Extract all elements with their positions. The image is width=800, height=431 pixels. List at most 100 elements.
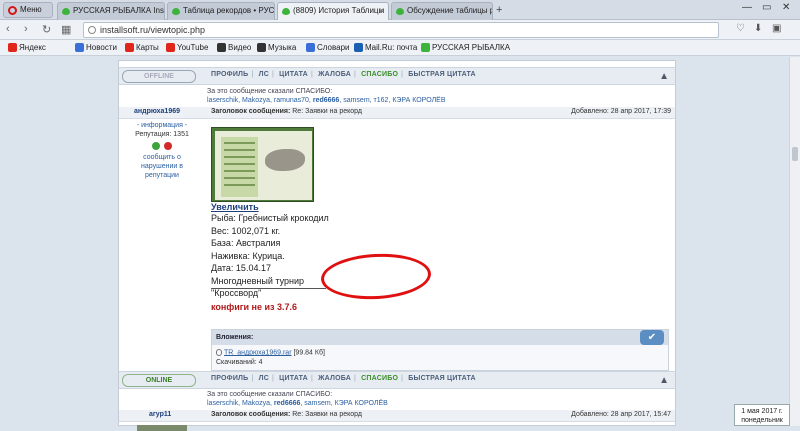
- separator: |: [251, 375, 254, 382]
- system-clock-tooltip: 1 мая 2017 г. понедельник: [734, 404, 790, 426]
- url-text: installsoft.ru/viewtopic.php: [100, 25, 206, 35]
- attachment-size: [99.84 Кб]: [293, 349, 325, 357]
- post-date: Добавлено: 28 апр 2017, 15:47: [571, 411, 671, 418]
- separator: |: [310, 375, 313, 382]
- report-button[interactable]: ЖАЛОБА: [318, 375, 351, 382]
- extensions-icon[interactable]: ▣: [772, 23, 781, 34]
- thanks-names-after[interactable]: , samsem, КЭРА КОРОЛЁВ: [300, 400, 387, 407]
- post-author[interactable]: андрюха1969: [134, 108, 180, 115]
- tab-label: (8809) История Таблицы: [293, 6, 385, 15]
- post-line: Дата: 15.04.17: [211, 263, 271, 273]
- post-line: База: Австралия: [211, 238, 281, 248]
- browser-tab-bar: Меню РУССКАЯ РЫБАЛКА Insta Таблица рекор…: [0, 0, 800, 20]
- clock-day: понедельник: [741, 417, 783, 424]
- forward-icon[interactable]: ›: [24, 23, 28, 35]
- post-header: андрюха1969 Заголовок сообщения: Re: Зая…: [119, 107, 675, 119]
- report-reputation-link[interactable]: сообщить о нарушении в репутации: [119, 153, 205, 180]
- thumbnail-inner: [215, 131, 312, 200]
- attachment-file: TR_андрюха1969.rar [99.84 Кб]: [216, 349, 325, 356]
- quote-button[interactable]: ЦИТАТА: [279, 375, 308, 382]
- bookmark-mailru[interactable]: Mail.Ru: почта: [354, 42, 417, 53]
- butterfly-icon: [172, 8, 180, 15]
- checkmark-icon: ✔: [640, 330, 664, 345]
- tab-label: Таблица рекордов • РУС: [183, 6, 275, 15]
- page-viewport: OFFLINE ПРОФИЛЬ | ЛС | ЦИТАТА | ЖАЛОБА | СПА…: [0, 57, 800, 431]
- video-icon: [217, 43, 226, 52]
- quick-quote-button[interactable]: БЫСТРАЯ ЦИТАТА: [408, 375, 476, 382]
- butterfly-icon: [282, 8, 290, 15]
- crocodile-image: [265, 149, 305, 171]
- butterfly-icon: [396, 8, 404, 15]
- tab-4[interactable]: Обсуждение таблицы ре: [391, 2, 493, 20]
- bookmark-news[interactable]: Новости: [75, 42, 117, 53]
- offline-status: OFFLINE: [122, 70, 196, 83]
- reload-icon[interactable]: ↻: [42, 23, 51, 36]
- quick-quote-button[interactable]: БЫСТРАЯ ЦИТАТА: [408, 71, 476, 78]
- thanks-button[interactable]: СПАСИБО: [361, 71, 398, 78]
- separator: |: [251, 71, 254, 78]
- bookmark-maps[interactable]: Карты: [125, 42, 159, 53]
- record-screenshot-thumbnail[interactable]: [211, 127, 314, 202]
- thanks-button[interactable]: СПАСИБО: [361, 375, 398, 382]
- butterfly-icon: [62, 8, 70, 15]
- bookmark-russian-fishing[interactable]: РУССКАЯ РЫБАЛКА: [421, 42, 510, 53]
- reputation: Репутация: 1351: [135, 131, 189, 138]
- bookmark-yandex[interactable]: Яндекс: [8, 42, 46, 53]
- attachment-link[interactable]: TR_андрюха1969.rar: [224, 349, 292, 356]
- bookmark-music[interactable]: Музыка: [257, 42, 296, 53]
- bookmark-label: Новости: [86, 43, 117, 52]
- thanks-names[interactable]: laserschik, Makozya,: [207, 400, 272, 407]
- thanks-label: За это сообщение сказали СПАСИБО:: [207, 391, 333, 398]
- profile-button[interactable]: ПРОФИЛЬ: [211, 375, 248, 382]
- plus-icon[interactable]: [152, 142, 160, 150]
- separator: |: [310, 71, 313, 78]
- minimize-icon[interactable]: —: [742, 2, 752, 13]
- profile-button[interactable]: ПРОФИЛЬ: [211, 71, 248, 78]
- yandex-icon: [8, 43, 17, 52]
- pm-button[interactable]: ЛС: [259, 375, 269, 382]
- post-author[interactable]: агур11: [149, 411, 171, 418]
- bookmark-label: РУССКАЯ РЫБАЛКА: [432, 43, 511, 52]
- address-toolbar: ‹ › ↻ ▦ installsoft.ru/viewtopic.php ♡ ⬇…: [0, 20, 800, 40]
- music-note-icon: [257, 43, 266, 52]
- enlarge-link[interactable]: Увеличить: [211, 202, 259, 212]
- opera-menu-button[interactable]: Меню: [3, 2, 53, 18]
- bookmark-youtube[interactable]: YouTube: [166, 42, 208, 53]
- close-tab-icon[interactable]: ×: [379, 3, 384, 19]
- download-count: Скачиваний: 4: [216, 359, 263, 366]
- signature-divider: [211, 288, 326, 289]
- quote-button[interactable]: ЦИТАТА: [279, 71, 308, 78]
- tab-1[interactable]: РУССКАЯ РЫБАЛКА Insta: [57, 2, 165, 20]
- page-scrollbar[interactable]: [789, 57, 800, 426]
- url-field[interactable]: installsoft.ru/viewtopic.php: [83, 22, 719, 38]
- pm-button[interactable]: ЛС: [259, 71, 269, 78]
- thanks-bold-name[interactable]: red6666: [313, 97, 339, 104]
- tab-3-active[interactable]: (8809) История Таблицы ×: [277, 2, 389, 20]
- bookmark-dictionaries[interactable]: Словари: [306, 42, 350, 53]
- bookmark-video[interactable]: Видео: [217, 42, 251, 53]
- online-status: ONLINE: [122, 374, 196, 387]
- thanks-bold-name[interactable]: red6666: [274, 400, 300, 407]
- downloads-icon[interactable]: ⬇: [754, 23, 762, 34]
- speed-dial-icon[interactable]: ▦: [61, 23, 71, 36]
- post-body: Рыба: Гребнистый крокодил Вес: 1002,071 …: [211, 212, 329, 300]
- back-icon[interactable]: ‹: [6, 23, 10, 35]
- author-info-link[interactable]: - информация -: [119, 121, 205, 130]
- scrollbar-thumb[interactable]: [792, 147, 798, 161]
- thanks-names-after[interactable]: , samsem, т162, КЭРА КОРОЛЁВ: [339, 97, 445, 104]
- youtube-icon: [166, 43, 175, 52]
- bookmark-heart-icon[interactable]: ♡: [736, 23, 745, 34]
- scroll-top-icon[interactable]: ▲: [659, 71, 669, 82]
- maximize-icon[interactable]: ▭: [762, 2, 771, 13]
- opera-logo-icon: [8, 6, 17, 15]
- thanks-names[interactable]: laserschik, Makozya, ramunas70,: [207, 97, 311, 104]
- subject-text: Re: Заявки на рекорд: [292, 411, 362, 418]
- report-button[interactable]: ЖАЛОБА: [318, 71, 351, 78]
- scroll-top-icon[interactable]: ▲: [659, 375, 669, 386]
- close-window-icon[interactable]: ✕: [782, 2, 790, 13]
- new-tab-icon[interactable]: +: [496, 4, 502, 16]
- post-date: Добавлено: 28 апр 2017, 17:39: [571, 108, 671, 115]
- minus-icon[interactable]: [164, 142, 172, 150]
- tab-2[interactable]: Таблица рекордов • РУС: [167, 2, 275, 20]
- separator: |: [401, 71, 404, 78]
